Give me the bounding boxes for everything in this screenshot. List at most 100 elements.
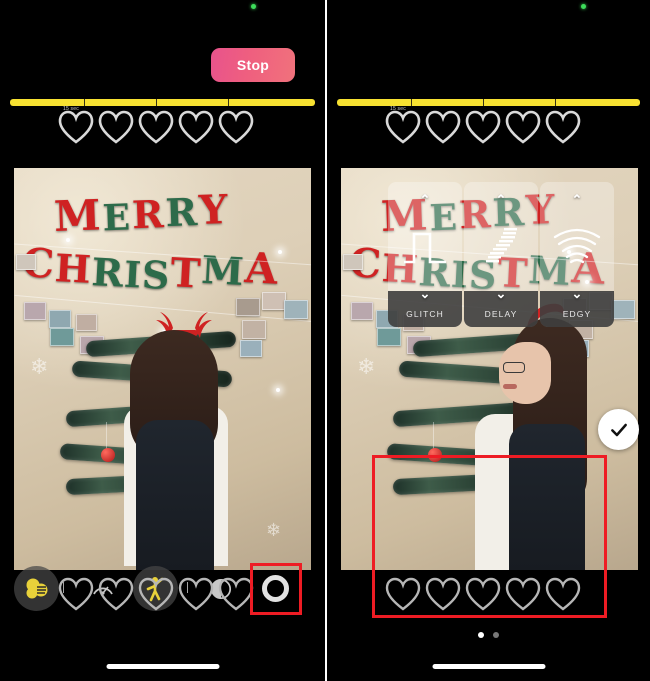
heart-outline-icon	[545, 110, 581, 144]
hanging-photo	[76, 314, 97, 331]
phone-screen-effects: 15 sec M E R R Y C H R I S T M A ❄ ⌃ ⌄ G…	[325, 0, 650, 681]
chevron-down-icon[interactable]: ⌄	[572, 287, 583, 300]
ornament-string	[106, 422, 107, 450]
heart-outline-icon	[58, 110, 94, 144]
hearts-row-top	[385, 110, 581, 144]
heart-outline-icon	[505, 110, 541, 144]
ornament-ball	[101, 448, 115, 462]
toolbar-divider	[187, 582, 188, 593]
hanging-photo	[377, 328, 401, 346]
merry-banner: M E R R Y	[53, 185, 229, 242]
heart-outline-icon	[465, 577, 501, 611]
hanging-photo	[284, 300, 308, 319]
recording-timeline[interactable]	[10, 99, 315, 106]
heart-outline-icon	[385, 577, 421, 611]
heart-outline-icon	[425, 110, 461, 144]
chevron-down-icon[interactable]: ⌄	[420, 287, 431, 300]
recording-timeline[interactable]	[337, 99, 640, 106]
timeline-segment-divider	[156, 99, 157, 106]
confirm-button[interactable]	[598, 409, 639, 450]
hanging-photo	[343, 254, 363, 270]
effect-name-delay: DELAY	[484, 309, 518, 319]
dance-effect-button[interactable]	[133, 566, 178, 611]
hanging-photo	[351, 302, 373, 320]
hanging-photo	[611, 300, 635, 319]
dancing-person-icon	[146, 576, 163, 601]
heart-outline-icon	[465, 110, 501, 144]
stop-button[interactable]: Stop	[211, 48, 295, 82]
heart-outline-icon	[138, 110, 174, 144]
page-indicator[interactable]	[327, 632, 650, 638]
timeline-fill	[337, 99, 640, 106]
hanging-photo	[262, 292, 286, 310]
chevron-down-icon[interactable]: ⌄	[496, 287, 507, 300]
dark-vest	[136, 420, 214, 570]
chevron-up-icon[interactable]: ⌃	[420, 193, 431, 206]
person-subject	[114, 308, 234, 570]
hanging-photo	[24, 302, 46, 320]
hanging-photo	[49, 310, 71, 328]
timeline-segment-divider	[555, 99, 556, 106]
heart-outline-icon	[218, 110, 254, 144]
recording-indicator-dot	[581, 4, 586, 9]
hanging-photo	[236, 298, 260, 316]
hanging-photo	[240, 340, 262, 357]
home-indicator	[432, 664, 545, 669]
page-dot-active[interactable]	[478, 632, 484, 638]
wifi-arcs-icon	[540, 206, 614, 287]
light-sparkle	[278, 250, 282, 254]
hanging-photo	[50, 328, 74, 346]
chevron-up-icon[interactable]: ⌃	[572, 193, 583, 206]
camera-preview[interactable]: M E R R Y C H R I S T M A	[14, 168, 311, 570]
effect-name-glitch: GLITCH	[406, 309, 444, 319]
page-dot-inactive[interactable]	[493, 632, 499, 638]
person-subject	[469, 303, 609, 570]
snowflake-decoration: ❄	[357, 354, 376, 379]
record-ring-button[interactable]	[262, 575, 289, 602]
contrast-button[interactable]	[209, 577, 233, 601]
snowflake-decoration: ❄	[30, 354, 49, 379]
dark-vest	[509, 424, 585, 570]
square-wave-icon	[388, 206, 462, 287]
hearts-row-bottom	[385, 577, 581, 611]
timeline-segment-divider	[483, 99, 484, 106]
speed-button[interactable]	[90, 576, 116, 602]
timeline-segment-divider	[84, 99, 85, 106]
half-circle-icon	[210, 578, 232, 600]
hanging-photo	[242, 320, 266, 339]
color-circles-icon	[26, 578, 47, 598]
effect-card-delay[interactable]: ⌃ ⌄ DELAY	[464, 182, 538, 327]
heart-outline-icon	[545, 577, 581, 611]
heart-outline-icon	[178, 110, 214, 144]
snowflake-decoration: ❄	[266, 520, 282, 540]
heart-outline-icon	[385, 110, 421, 144]
hanging-photo	[16, 254, 36, 270]
chevron-up-icon[interactable]: ⌃	[496, 193, 507, 206]
duration-label: 15 sec	[63, 106, 79, 112]
hearts-row-top	[58, 110, 254, 144]
camera-preview[interactable]: M E R R Y C H R I S T M A	[341, 168, 638, 570]
heart-outline-icon	[425, 577, 461, 611]
heart-outline-icon	[505, 577, 541, 611]
bottom-toolbar	[0, 566, 325, 614]
timeline-fill	[10, 99, 315, 106]
effect-card-edgy[interactable]: ⌃ ⌄ EDGY	[540, 182, 614, 327]
screenshot-root: Stop 15 sec M E R R Y C H R I S T M A ❄ …	[0, 0, 650, 681]
timeline-segment-divider	[411, 99, 412, 106]
effect-name-edgy: EDGY	[562, 309, 592, 319]
duration-label: 15 sec	[390, 106, 406, 112]
effect-card-glitch[interactable]: ⌃ ⌄ GLITCH	[388, 182, 462, 327]
ornament-string	[433, 422, 434, 450]
filters-button[interactable]	[14, 566, 59, 611]
recording-indicator-dot	[251, 4, 256, 9]
ornament-ball	[428, 448, 442, 462]
effects-panel[interactable]: ⌃ ⌄ GLITCH ⌃ ⌄ DELAY ⌃ ⌄ EDGY	[388, 182, 614, 327]
face	[499, 342, 551, 404]
sound-bars-icon	[464, 206, 538, 287]
check-icon	[610, 423, 627, 436]
glasses	[503, 362, 525, 373]
light-sparkle	[66, 238, 70, 242]
heart-outline-icon	[98, 110, 134, 144]
mouth	[503, 384, 517, 389]
phone-screen-recording: Stop 15 sec M E R R Y C H R I S T M A ❄ …	[0, 0, 325, 681]
